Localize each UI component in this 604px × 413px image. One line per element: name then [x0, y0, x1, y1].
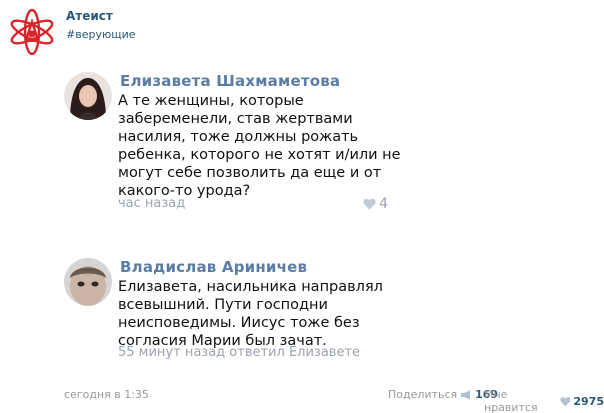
avatar — [64, 72, 112, 120]
comment-text: А те женщины, которые забеременели, став… — [118, 92, 401, 200]
comment-line: всевышний. Пути господни — [118, 297, 328, 313]
avatar — [64, 258, 112, 306]
share-label: Поделиться — [388, 388, 458, 401]
comment-author[interactable]: Владислав Ариничев — [120, 258, 307, 276]
comment-line: насилия, тоже должны рожать — [118, 129, 359, 145]
heart-icon — [363, 198, 376, 210]
comment-line: Елизавета, насильника направлял — [118, 279, 383, 295]
embedded-comments-screenshot: Елизавета Шахмаметова А те женщины, кото… — [54, 62, 602, 376]
post-footer: сегодня в 1:35 Поделиться 169 Мне нравит… — [0, 384, 604, 413]
comment-likes[interactable]: 4 — [363, 196, 388, 212]
comment-timestamp: час назад — [118, 196, 186, 211]
comment-line: ребенка, которого не хотят и/или не — [118, 147, 401, 163]
like-button[interactable]: Мне нравится 2975 — [484, 388, 604, 413]
atheist-logo[interactable] — [5, 4, 59, 58]
heart-icon — [559, 396, 571, 406]
like-count: 2975 — [573, 394, 604, 408]
like-label: Мне нравится — [484, 388, 538, 413]
comment-line: забеременели, став жертвами — [118, 111, 353, 127]
comment-line: неисповедимы. Иисус тоже без — [118, 315, 360, 331]
comment-like-count: 4 — [379, 196, 388, 212]
post-header: Атеист #верующие — [0, 0, 604, 62]
comment-line: могут себе позволить да еще и от — [118, 165, 382, 181]
comment-text: Елизавета, насильника направлял всевышни… — [118, 278, 388, 350]
share-button[interactable]: Поделиться 169 — [388, 388, 498, 401]
hashtag-link[interactable]: #верующие — [66, 28, 136, 41]
post-date[interactable]: сегодня в 1:35 — [64, 388, 149, 401]
comment-author[interactable]: Елизавета Шахмаметова — [120, 72, 340, 90]
group-name[interactable]: Атеист — [66, 9, 113, 23]
comment-timestamp: 55 минут назад ответил Елизавете — [118, 345, 361, 360]
comment: Елизавета Шахмаметова А те женщины, кото… — [54, 62, 602, 222]
megaphone-icon — [461, 390, 471, 399]
comment: Владислав Ариничев Елизавета, насильника… — [54, 250, 602, 376]
comment-line: А те женщины, которые — [118, 93, 304, 109]
